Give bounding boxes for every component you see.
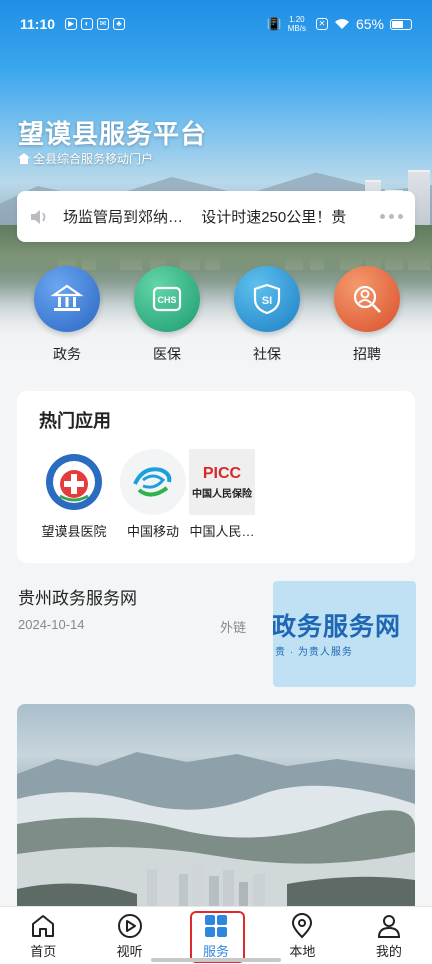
home-indicator[interactable] — [151, 958, 281, 962]
app-picc[interactable]: PICC 中国人民保险 中国人民… — [183, 449, 261, 540]
nav-video[interactable]: 视听 — [86, 907, 172, 964]
app-name: 望谟县医院 — [41, 524, 107, 539]
status-bar: 11:10 ▶ ◐ ✉ ♣ 📳 1.20 MB/s ✕ 65% — [0, 0, 432, 48]
news-ticker[interactable]: 场监管局到郊纳… 设计时速250公里！贵 — [17, 191, 415, 242]
hospital-logo-icon — [41, 449, 107, 515]
highlight-box — [190, 911, 245, 963]
battery-percent: 65% — [355, 16, 384, 32]
nav-local[interactable]: 本地 — [259, 907, 345, 964]
government-building-icon — [34, 266, 100, 332]
hot-apps-card: 热门应用 望谟县医院 中国移动 PICC 中国人民保险 中国人民… — [17, 391, 415, 563]
nav-mine[interactable]: 我的 — [346, 907, 432, 964]
svg-text:CHS: CHS — [157, 295, 176, 305]
landscape-image — [17, 752, 415, 909]
ticker-item-1[interactable]: 场监管局到郊纳… — [63, 209, 183, 226]
feature-photo[interactable] — [17, 704, 415, 909]
video-app-notification-icon: ▶ — [65, 18, 78, 30]
sim-off-icon: ✕ — [315, 18, 328, 30]
medical-insurance-icon: CHS — [134, 266, 200, 332]
service-label: 政务 — [53, 346, 81, 362]
page-subtitle: 全县综合服务移动门户 — [18, 150, 153, 167]
play-icon — [117, 914, 142, 938]
speaker-icon — [31, 209, 46, 224]
service-social-security[interactable]: SI 社保 — [217, 266, 317, 364]
app-notification-icon-2: ♣ — [113, 18, 126, 30]
service-medical-insurance[interactable]: CHS 医保 — [117, 266, 217, 364]
social-security-icon: SI — [234, 266, 300, 332]
wifi-icon — [334, 19, 349, 29]
hot-apps-title: 热门应用 — [39, 411, 111, 431]
person-icon — [377, 915, 400, 938]
home-icon — [32, 915, 55, 937]
ticker-more-icon[interactable] — [380, 214, 403, 219]
quick-services: 政务 CHS 医保 SI 社保 招聘 — [0, 266, 432, 364]
china-mobile-logo-icon — [120, 449, 186, 515]
service-label: 招聘 — [353, 346, 381, 362]
news-date: 2024-10-14 — [18, 617, 85, 632]
vibrate-icon: 📳 — [266, 17, 282, 31]
app-name: 中国移动 — [126, 524, 179, 539]
app-notification-icon: ◐ — [81, 18, 94, 30]
service-recruitment[interactable]: 招聘 — [317, 266, 417, 364]
location-pin-icon — [292, 913, 313, 939]
service-label: 社保 — [253, 346, 281, 362]
app-china-mobile[interactable]: 中国移动 — [114, 449, 192, 540]
mail-notification-icon: ✉ — [97, 18, 110, 30]
service-label: 医保 — [153, 346, 181, 362]
ticker-item-2[interactable]: 设计时速250公里！贵 — [201, 209, 346, 226]
network-speed: 1.20 MB/s — [287, 15, 306, 33]
bottom-nav: 首页 视听 服务 本地 我的 — [0, 906, 432, 964]
news-external-link-tag: 外链 — [220, 620, 247, 635]
recruitment-icon — [334, 266, 400, 332]
battery-icon — [390, 18, 412, 30]
svg-text:SI: SI — [262, 295, 272, 307]
app-name: 中国人民… — [189, 524, 255, 539]
picc-logo-icon: PICC 中国人民保险 — [189, 449, 255, 515]
page-title: 望谟县服务平台 — [18, 119, 208, 149]
news-title[interactable]: 贵州政务服务网 — [18, 584, 137, 609]
app-wangmo-hospital[interactable]: 望谟县医院 — [35, 449, 113, 540]
home-small-icon — [18, 153, 30, 164]
news-thumbnail[interactable]: 政务服务网 贵 · 为贵人服务 — [273, 581, 416, 687]
nav-home[interactable]: 首页 — [0, 907, 86, 964]
status-time: 11:10 — [20, 16, 56, 32]
service-government[interactable]: 政务 — [17, 266, 117, 364]
